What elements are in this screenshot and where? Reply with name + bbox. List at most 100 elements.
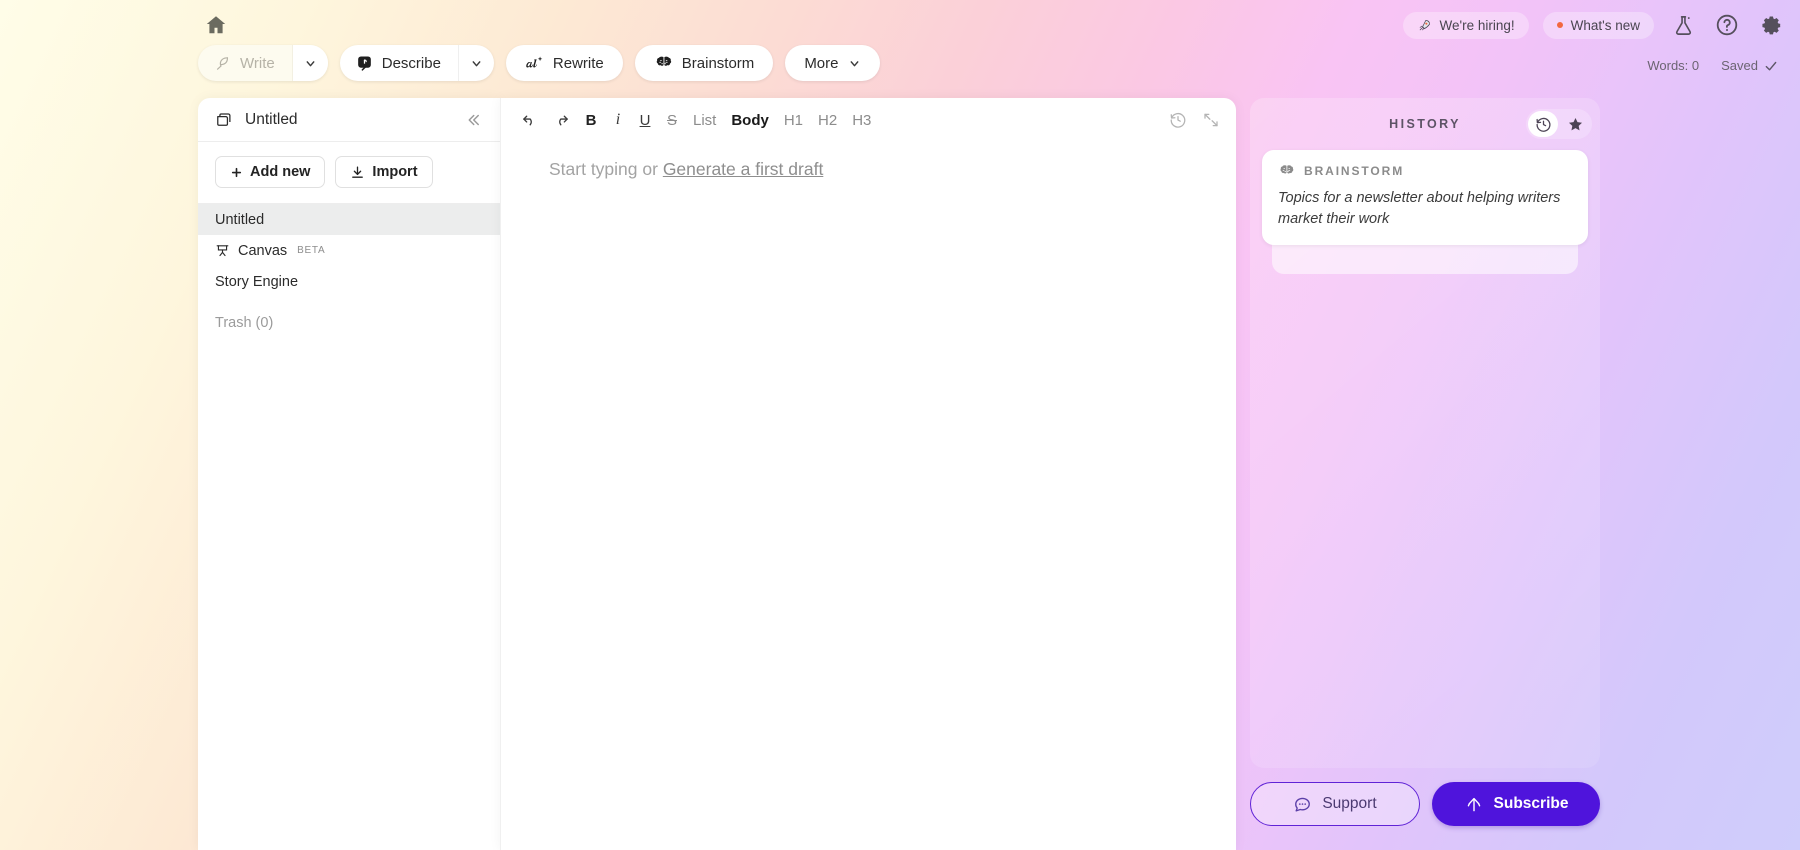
sidebar-item-label: Untitled <box>215 211 265 228</box>
project-sidebar: Untitled Add new Import Untitled Canvas … <box>198 98 500 850</box>
top-right-actions: We're hiring! What's new <box>1402 10 1786 40</box>
sidebar-item-label: Trash (0) <box>215 314 274 331</box>
whats-new-chip[interactable]: What's new <box>1542 11 1654 39</box>
sidebar-header: Untitled <box>198 98 500 142</box>
editor-history-button[interactable] <box>1165 107 1191 133</box>
sidebar-item-label: Canvas <box>238 242 288 259</box>
sidebar-item-trash[interactable]: Trash (0) <box>198 307 500 338</box>
redo-button[interactable] <box>547 106 576 134</box>
sidebar-collapse-button[interactable] <box>460 107 486 133</box>
brain-icon <box>1278 163 1295 179</box>
history-clock-icon <box>1169 111 1187 129</box>
subscribe-label: Subscribe <box>1493 795 1569 812</box>
strikethrough-button[interactable]: S <box>660 106 684 134</box>
history-card-list: BRAINSTORM Topics for a newsletter about… <box>1250 150 1600 274</box>
rocket-icon <box>1417 18 1432 33</box>
hiring-chip-label: We're hiring! <box>1439 17 1515 33</box>
tool-more-button[interactable]: More <box>785 45 880 81</box>
folder-icon <box>215 110 234 129</box>
history-tab-starred[interactable] <box>1560 111 1590 137</box>
rewrite-sparkle-icon <box>525 55 544 72</box>
describe-icon <box>356 55 373 72</box>
tool-describe-group[interactable]: Describe <box>339 45 494 81</box>
tool-brainstorm-label: Brainstorm <box>681 54 755 72</box>
tool-describe-label: Describe <box>381 54 441 72</box>
chevron-down-icon <box>848 57 861 70</box>
word-count: Words: 0 <box>1647 58 1700 73</box>
sidebar-project-title[interactable]: Untitled <box>215 110 298 129</box>
add-new-button[interactable]: Add new <box>215 156 326 188</box>
editor-toolbar: B i U S List Body H1 H2 H3 <box>501 98 1236 142</box>
history-header: HISTORY <box>1250 98 1600 150</box>
help-button[interactable] <box>1712 10 1742 40</box>
tool-write-caret[interactable] <box>291 45 328 81</box>
history-panel: HISTORY BRAINSTORM Topics for a newslett… <box>1250 98 1600 768</box>
sidebar-list: Untitled Canvas BETA Story Engine Trash … <box>198 204 500 338</box>
sidebar-item-untitled[interactable]: Untitled <box>198 204 500 235</box>
heading2-button[interactable]: H2 <box>812 106 843 134</box>
import-label: Import <box>372 164 418 180</box>
history-tab-recent[interactable] <box>1528 111 1558 137</box>
lab-flask-icon <box>1672 14 1695 37</box>
settings-button[interactable] <box>1756 10 1786 40</box>
panel-footer-actions: Support Subscribe <box>1250 782 1600 826</box>
check-icon <box>1764 59 1778 73</box>
bold-button[interactable]: B <box>579 106 603 134</box>
editor-canvas[interactable]: Start typing or Generate a first draft <box>501 142 1236 182</box>
whats-new-label: What's new <box>1570 17 1640 33</box>
sidebar-actions: Add new Import <box>198 142 500 204</box>
chevron-down-icon <box>304 57 317 70</box>
heading1-button[interactable]: H1 <box>778 106 809 134</box>
underline-button[interactable]: U <box>633 106 657 134</box>
ai-tools-group: Write Describe Rewrite Brainstorm More <box>198 45 880 81</box>
list-button[interactable]: List <box>687 106 722 134</box>
editor-expand-button[interactable] <box>1198 107 1224 133</box>
expand-arrows-icon <box>1202 111 1220 129</box>
support-button[interactable]: Support <box>1250 782 1420 826</box>
easel-icon <box>215 243 230 258</box>
history-card-brainstorm[interactable]: BRAINSTORM Topics for a newsletter about… <box>1262 150 1588 246</box>
tool-brainstorm-button[interactable]: Brainstorm <box>634 45 774 81</box>
lab-flask-button[interactable] <box>1668 10 1698 40</box>
undo-icon <box>521 112 538 129</box>
subscribe-button[interactable]: Subscribe <box>1432 782 1600 826</box>
add-new-label: Add new <box>250 164 311 180</box>
hiring-chip[interactable]: We're hiring! <box>1402 11 1529 39</box>
italic-button[interactable]: i <box>606 106 630 134</box>
heading3-button[interactable]: H3 <box>846 106 877 134</box>
up-arrow-icon <box>1464 794 1484 814</box>
sidebar-item-canvas[interactable]: Canvas BETA <box>198 235 500 266</box>
chevrons-left-icon <box>464 111 482 129</box>
redo-icon <box>553 112 570 129</box>
tool-rewrite-label: Rewrite <box>552 54 604 72</box>
tool-rewrite-button[interactable]: Rewrite <box>505 45 623 81</box>
star-icon <box>1567 116 1584 133</box>
history-view-toggle <box>1526 109 1592 139</box>
tool-describe-caret[interactable] <box>457 45 494 81</box>
tool-write-group[interactable]: Write <box>198 45 328 81</box>
sidebar-item-label: Story Engine <box>215 273 299 290</box>
body-style-button[interactable]: Body <box>725 106 775 134</box>
tool-write-button[interactable]: Write <box>198 45 292 81</box>
history-card-text: Topics for a newsletter about helping wr… <box>1278 190 1561 227</box>
placeholder-prefix: Start typing or <box>549 159 663 179</box>
generate-first-draft-link[interactable]: Generate a first draft <box>663 159 824 179</box>
history-title: HISTORY <box>1389 117 1461 131</box>
sidebar-item-story-engine[interactable]: Story Engine <box>198 266 500 297</box>
tool-write-label: Write <box>240 54 275 72</box>
save-status-label: Saved <box>1721 58 1758 73</box>
undo-button[interactable] <box>515 106 544 134</box>
history-clock-icon <box>1535 116 1552 133</box>
support-label: Support <box>1322 795 1377 812</box>
import-button[interactable]: Import <box>335 156 433 188</box>
chevron-down-icon <box>470 57 483 70</box>
dot-icon <box>1556 22 1563 28</box>
history-card-type-label: BRAINSTORM <box>1304 164 1405 178</box>
home-button[interactable] <box>198 8 234 42</box>
tool-describe-button[interactable]: Describe <box>340 45 458 81</box>
download-icon <box>350 165 365 180</box>
chat-bubble-icon <box>1293 795 1312 814</box>
sidebar-title-label: Untitled <box>245 110 298 128</box>
history-card-type: BRAINSTORM <box>1278 163 1572 179</box>
